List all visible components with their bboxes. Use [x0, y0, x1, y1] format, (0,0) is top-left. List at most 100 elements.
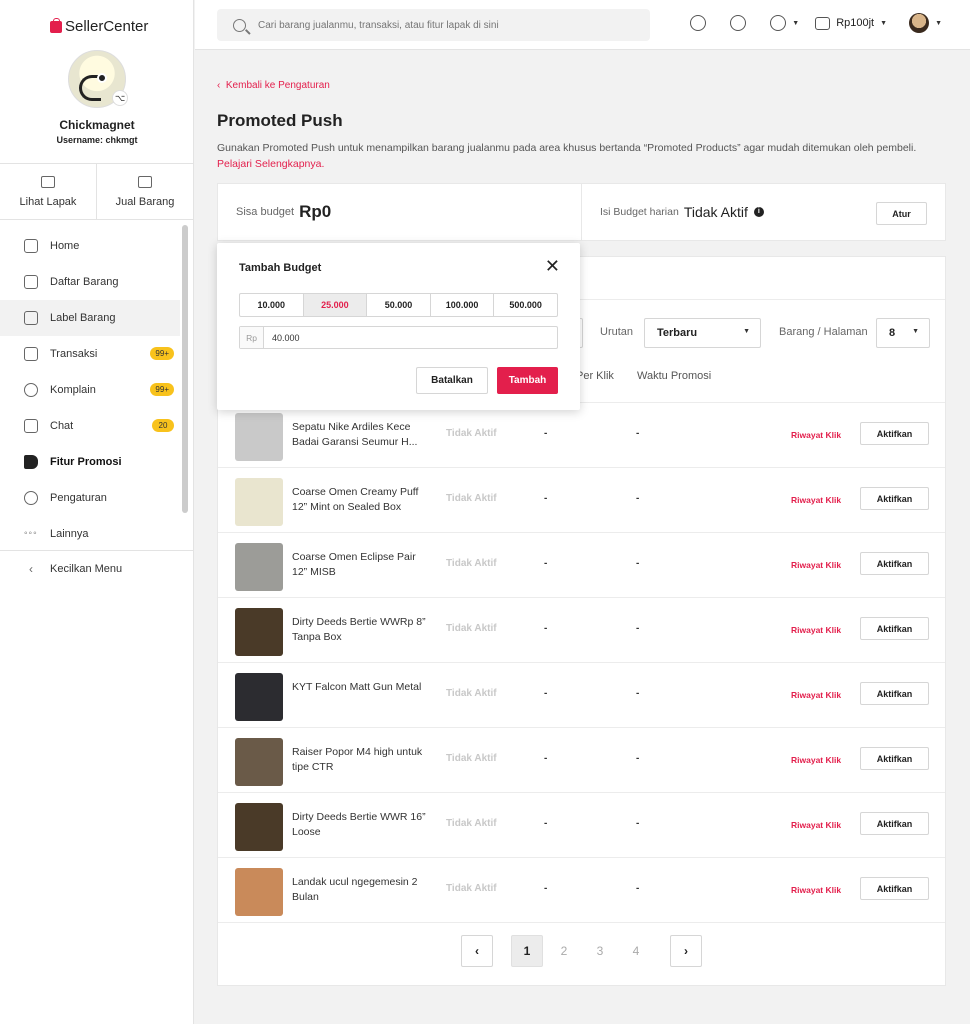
- next-page-button[interactable]: ›: [670, 935, 702, 967]
- page-4-button[interactable]: 4: [620, 935, 652, 967]
- settings-icon: [24, 491, 38, 505]
- budget-amount-field[interactable]: Rp 40.000: [239, 326, 558, 349]
- click-history-link[interactable]: Riwayat Klik: [791, 625, 841, 635]
- view-store-button[interactable]: Lihat Lapak: [0, 164, 96, 219]
- history-icon[interactable]: [690, 15, 707, 31]
- sell-product-label: Jual Barang: [115, 195, 175, 208]
- store-avatar[interactable]: ⌥: [68, 50, 128, 108]
- per-page-select[interactable]: 8 ▼: [876, 318, 930, 348]
- product-thumbnail[interactable]: [235, 608, 283, 656]
- activate-button[interactable]: Aktifkan: [860, 877, 929, 900]
- bell-icon[interactable]: [770, 15, 787, 31]
- chevron-down-icon[interactable]: ▼: [792, 20, 799, 27]
- click-history-link[interactable]: Riwayat Klik: [791, 885, 841, 895]
- sidebar-item-more[interactable]: ◦◦◦ Lainnya: [0, 516, 180, 552]
- per-click-value: -: [544, 428, 548, 439]
- sidebar-scrollbar[interactable]: [182, 225, 188, 513]
- activate-button[interactable]: Aktifkan: [860, 422, 929, 445]
- sidebar-item-promotion[interactable]: Fitur Promosi: [0, 444, 180, 480]
- info-icon[interactable]: i: [753, 207, 764, 217]
- table-row: KYT Falcon Matt Gun Metal Tidak Aktif - - Ri…: [218, 663, 945, 728]
- click-history-link[interactable]: Riwayat Klik: [791, 560, 841, 570]
- product-thumbnail[interactable]: [235, 673, 283, 721]
- product-name[interactable]: Landak ucul ngegemesin 2 Bulan: [292, 875, 432, 905]
- sell-product-button[interactable]: Jual Barang: [96, 164, 193, 219]
- promo-time-value: -: [636, 623, 640, 634]
- product-name[interactable]: KYT Falcon Matt Gun Metal: [292, 680, 432, 695]
- activate-button[interactable]: Aktifkan: [860, 617, 929, 640]
- search-icon: [233, 18, 246, 32]
- sidebar-item-label: Daftar Barang: [50, 276, 119, 288]
- amount-option[interactable]: 10.000: [240, 294, 303, 316]
- product-thumbnail[interactable]: [235, 413, 283, 461]
- seller-center-logo[interactable]: SellerCenter: [50, 17, 148, 35]
- promo-time-value: -: [636, 428, 640, 439]
- wallet-button[interactable]: Rp100jt ▼: [815, 16, 887, 30]
- table-row: Dirty Deeds Bertie WWRp 8” Tanpa Box Tida…: [218, 598, 945, 663]
- users-icon[interactable]: [730, 15, 747, 31]
- product-name[interactable]: Raiser Popor M4 high untuk tipe CTR: [292, 745, 432, 775]
- chevron-down-icon[interactable]: ▼: [935, 20, 942, 27]
- collapse-menu-button[interactable]: ‹ Kecilkan Menu: [0, 551, 193, 587]
- click-history-link[interactable]: Riwayat Klik: [791, 495, 841, 505]
- user-avatar[interactable]: [909, 13, 930, 33]
- sidebar-item-settings[interactable]: Pengaturan: [0, 480, 180, 516]
- product-name[interactable]: Dirty Deeds Bertie WWRp 8” Tanpa Box: [292, 615, 432, 645]
- amount-option[interactable]: 100.000: [429, 294, 494, 316]
- product-thumbnail[interactable]: [235, 543, 283, 591]
- learn-more-link[interactable]: Pelajari Selengkapnya.: [217, 158, 324, 170]
- budget-amount-value[interactable]: 40.000: [264, 333, 300, 343]
- sidebar-item-home[interactable]: Home: [0, 228, 180, 264]
- click-history-link[interactable]: Riwayat Klik: [791, 755, 841, 765]
- megaphone-icon: [24, 455, 38, 469]
- product-thumbnail[interactable]: [235, 478, 283, 526]
- page-1-button[interactable]: 1: [511, 935, 543, 967]
- page-3-button[interactable]: 3: [584, 935, 616, 967]
- prev-page-button[interactable]: ‹: [461, 935, 493, 967]
- page-2-button[interactable]: 2: [548, 935, 580, 967]
- column-promo-time[interactable]: Waktu Promosi: [637, 370, 711, 382]
- search-input[interactable]: [258, 19, 618, 31]
- table-row: Sepatu Nike Ardiles Kece Badai Garansi S…: [218, 403, 945, 468]
- amount-option-selected[interactable]: 25.000: [302, 294, 367, 316]
- sort-select[interactable]: Terbaru ▼: [644, 318, 761, 348]
- activate-button[interactable]: Aktifkan: [860, 812, 929, 835]
- column-per-click[interactable]: Per Klik: [576, 370, 614, 382]
- click-history-link[interactable]: Riwayat Klik: [791, 690, 841, 700]
- amount-option[interactable]: 50.000: [366, 294, 430, 316]
- click-history-link[interactable]: Riwayat Klik: [791, 820, 841, 830]
- activate-button[interactable]: Aktifkan: [860, 487, 929, 510]
- sidebar-item-complaints[interactable]: Komplain 99+: [0, 372, 180, 408]
- daily-budget-value: Tidak Aktif: [683, 204, 748, 220]
- add-button[interactable]: Tambah: [497, 367, 558, 394]
- back-link-label: Kembali ke Pengaturan: [225, 80, 330, 91]
- share-icon[interactable]: ⌥: [112, 90, 128, 106]
- wallet-balance: Rp100jt: [836, 17, 875, 29]
- amount-option[interactable]: 500.000: [493, 294, 557, 316]
- product-name[interactable]: Coarse Omen Creamy Puff 12” Mint on Seal…: [292, 485, 432, 515]
- product-thumbnail[interactable]: [235, 738, 283, 786]
- product-thumbnail[interactable]: [235, 868, 283, 916]
- search-bar[interactable]: [217, 9, 650, 41]
- shopping-bag-icon: [50, 17, 62, 33]
- activate-button[interactable]: Aktifkan: [860, 682, 929, 705]
- remaining-budget: Sisa budget Rp0: [218, 184, 582, 240]
- sidebar-item-product-list[interactable]: Daftar Barang: [0, 264, 180, 300]
- close-icon[interactable]: ✕: [545, 257, 560, 275]
- click-history-link[interactable]: Riwayat Klik: [791, 430, 841, 440]
- product-name[interactable]: Coarse Omen Eclipse Pair 12” MISB: [292, 550, 432, 580]
- product-name[interactable]: Sepatu Nike Ardiles Kece Badai Garansi S…: [292, 420, 432, 450]
- sidebar-item-label-barang[interactable]: Label Barang: [0, 300, 180, 336]
- count-badge: 99+: [150, 347, 174, 360]
- product-thumbnail[interactable]: [235, 803, 283, 851]
- sidebar-item-chat[interactable]: Chat 20: [0, 408, 180, 444]
- promo-status: Tidak Aktif: [446, 558, 497, 569]
- set-budget-button[interactable]: Atur: [876, 202, 927, 225]
- product-name[interactable]: Dirty Deeds Bertie WWR 16” Loose: [292, 810, 432, 840]
- activate-button[interactable]: Aktifkan: [860, 747, 929, 770]
- activate-button[interactable]: Aktifkan: [860, 552, 929, 575]
- cancel-button[interactable]: Batalkan: [416, 367, 488, 394]
- promo-time-value: -: [636, 493, 640, 504]
- back-link[interactable]: ‹ Kembali ke Pengaturan: [217, 80, 330, 91]
- sidebar-item-transactions[interactable]: Transaksi 99+: [0, 336, 180, 372]
